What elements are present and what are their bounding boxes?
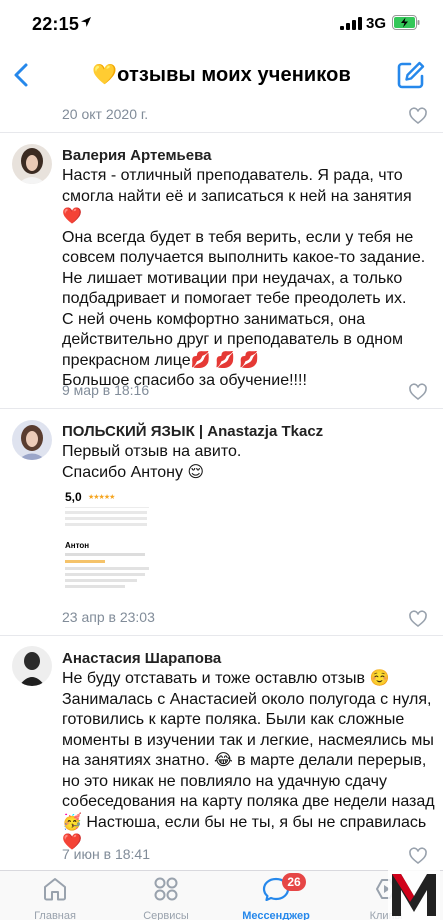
rating-bar	[65, 511, 147, 514]
location-arrow-icon	[81, 17, 91, 27]
message-text: Первый отзыв на авито. Спасибо Антону 😌	[62, 442, 434, 483]
message-line: моменты в изучении так и легкие, насмеял…	[62, 731, 434, 749]
message-line: 🥳 Настюша, если бы не ты, я бы не справи…	[62, 813, 427, 831]
review-text-line	[65, 567, 149, 570]
review-text-line	[65, 579, 137, 582]
chat-header: 💛отзывы моих учеников	[0, 52, 443, 98]
divider	[0, 132, 443, 133]
divider	[0, 635, 443, 636]
bottom-tab-bar: Главная Сервисы 26 Мессенджер Клипы	[0, 870, 443, 920]
message-line: смогла найти её и записаться к ней на за…	[62, 187, 412, 205]
review-text-line	[65, 573, 145, 576]
chat-title[interactable]: 💛отзывы моих учеников	[0, 62, 443, 87]
edit-icon[interactable]	[396, 60, 426, 90]
tab-home[interactable]: Главная	[15, 877, 95, 920]
message-line: Не лишает мотивации при неудачах, а толь…	[62, 269, 403, 287]
watermark-logo	[388, 868, 440, 920]
tab-label: Мессенджер	[242, 910, 310, 920]
message-line: С ней очень комфортно заниматься, она	[62, 310, 366, 328]
message-line: Занималась с Анастасией около полугода с…	[62, 690, 432, 708]
heart-icon[interactable]	[409, 107, 427, 125]
rating-bar	[65, 517, 147, 520]
message-line: ❤️	[62, 208, 82, 225]
message-line: на занятиях знатно. 😂 в марте делали пер…	[62, 752, 427, 769]
message-line: но это никак не повлияло на удачную сдач…	[62, 772, 387, 790]
message-feed[interactable]: 20 окт 2020 г. Валерия Артемьева Настя -…	[0, 100, 443, 870]
message-line: Не буду отставать и тоже оставлю отзыв ☺…	[62, 670, 390, 687]
message-line: готовились к карте поляка. Были как слож…	[62, 711, 405, 728]
message-line: действительно друг и преподаватель в одн…	[62, 331, 403, 348]
message-author[interactable]: Валерия Артемьева	[62, 147, 211, 164]
avatar[interactable]	[12, 646, 52, 686]
message-date: 9 мар в 18:16	[62, 382, 150, 398]
status-time: 22:15	[32, 14, 80, 34]
signal-icon	[340, 17, 362, 30]
message-line: собеседования на карту поляка две недели…	[62, 793, 435, 810]
tab-messenger[interactable]: 26 Мессенджер	[236, 873, 316, 920]
message-date: 23 апр в 23:03	[62, 609, 155, 625]
tab-label: Главная	[34, 910, 76, 920]
review-text-line	[65, 585, 125, 588]
home-icon	[44, 878, 66, 901]
message-line: совсем получается выполнить какое-то зад…	[62, 249, 426, 266]
heart-icon[interactable]	[409, 383, 427, 401]
message-line: Первый отзыв на авито.	[62, 443, 242, 460]
heart-icon[interactable]	[409, 610, 427, 628]
avatar[interactable]	[12, 420, 52, 460]
message-date: 7 июн в 18:41	[62, 846, 150, 862]
rating-stars-icon: ★★★★★	[88, 494, 115, 501]
message-author[interactable]: ПОЛЬСКИЙ ЯЗЫК | Anastazja Tkacz	[62, 423, 323, 440]
services-icon	[154, 877, 178, 901]
message-text: Настя - отличный преподаватель. Я рада, …	[62, 166, 434, 392]
review-divider	[65, 507, 149, 508]
divider	[0, 408, 443, 409]
message-line: Настя - отличный преподаватель. Я рада, …	[62, 167, 403, 184]
heart-icon[interactable]	[409, 847, 427, 865]
review-text-line	[65, 553, 145, 556]
status-bar: 22:15 3G	[0, 0, 443, 48]
review-rating: 5,0	[65, 490, 82, 504]
message-line: прекрасном лице💋 💋 💋	[62, 351, 260, 369]
battery-charging-icon	[392, 15, 420, 30]
message-line: подбадривает и помогает тебе преодолеть …	[62, 290, 407, 307]
message-text: Не буду отставать и тоже оставлю отзыв ☺…	[62, 669, 435, 854]
message-date: 20 окт 2020 г.	[62, 106, 149, 122]
network-type: 3G	[366, 15, 387, 32]
message-author[interactable]: Анастасия Шарапова	[62, 650, 221, 667]
message-line: Спасибо Антону 😌	[62, 463, 205, 481]
avatar[interactable]	[12, 144, 52, 184]
review-screenshot[interactable]: 5,0 ★★★★★ Антон	[62, 487, 154, 599]
tab-label: Сервисы	[143, 910, 189, 920]
review-author: Антон	[65, 541, 90, 550]
review-stars-line	[65, 560, 105, 563]
unread-badge: 26	[282, 873, 306, 891]
message-line: Она всегда будет в тебя верить, если у т…	[62, 228, 414, 246]
rating-bar	[65, 523, 147, 526]
tab-services[interactable]: Сервисы	[126, 877, 206, 920]
